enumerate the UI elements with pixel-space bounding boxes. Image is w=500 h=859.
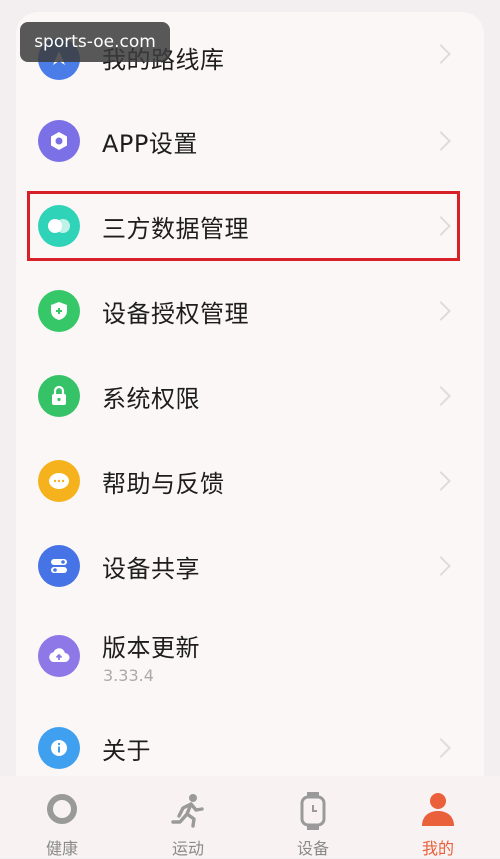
settings-icon bbox=[38, 120, 80, 162]
chevron-right-icon bbox=[431, 131, 451, 151]
chevron-right-icon bbox=[431, 738, 451, 758]
chevron-right-icon bbox=[431, 386, 451, 406]
tab-label: 健康 bbox=[45, 839, 78, 858]
lock-icon bbox=[38, 375, 80, 417]
shield-plus-icon bbox=[38, 290, 80, 332]
tab-label: 运动 bbox=[171, 839, 204, 858]
watermark: sports-oe.com bbox=[20, 22, 170, 62]
info-icon bbox=[38, 727, 80, 769]
tab-mine[interactable]: 我的 bbox=[388, 776, 488, 858]
tab-label: 设备 bbox=[296, 839, 329, 858]
tab-sports[interactable]: 运动 bbox=[138, 776, 238, 858]
menu-item-label: 设备共享 bbox=[102, 554, 200, 583]
tab-health[interactable]: 健康 bbox=[12, 776, 112, 858]
cloud-upload-icon bbox=[38, 635, 80, 677]
menu-item-device-sharing[interactable]: 设备共享 bbox=[16, 526, 484, 606]
chevron-right-icon bbox=[431, 44, 451, 64]
chevron-right-icon bbox=[431, 556, 451, 576]
chevron-right-icon bbox=[431, 471, 451, 491]
toggle-share-icon bbox=[38, 545, 80, 587]
version-number: 3.33.4 bbox=[103, 666, 154, 685]
running-icon bbox=[170, 792, 206, 832]
menu-item-version-update[interactable]: 版本更新 3.33.4 bbox=[16, 616, 484, 696]
menu-item-app-settings[interactable]: APP设置 bbox=[16, 101, 484, 181]
menu-item-label: APP设置 bbox=[102, 129, 198, 158]
highlight-box bbox=[27, 191, 460, 261]
profile-icon bbox=[420, 792, 456, 830]
menu-item-label: 关于 bbox=[102, 736, 151, 765]
menu-item-label: 系统权限 bbox=[102, 384, 200, 413]
bottom-tab-bar: 健康 运动 设备 我的 bbox=[0, 776, 500, 858]
chat-bubble-icon bbox=[38, 460, 80, 502]
tab-label: 我的 bbox=[421, 839, 454, 858]
menu-item-label: 帮助与反馈 bbox=[102, 469, 225, 498]
chevron-right-icon bbox=[431, 301, 451, 321]
watch-icon bbox=[299, 792, 327, 834]
menu-item-help-feedback[interactable]: 帮助与反馈 bbox=[16, 441, 484, 521]
menu-item-device-authorization[interactable]: 设备授权管理 bbox=[16, 271, 484, 351]
tab-device[interactable]: 设备 bbox=[263, 776, 363, 858]
health-ring-icon bbox=[45, 792, 79, 830]
menu-item-label: 版本更新 bbox=[102, 634, 200, 662]
menu-item-system-permissions[interactable]: 系统权限 bbox=[16, 356, 484, 436]
menu-item-label: 设备授权管理 bbox=[102, 299, 249, 328]
